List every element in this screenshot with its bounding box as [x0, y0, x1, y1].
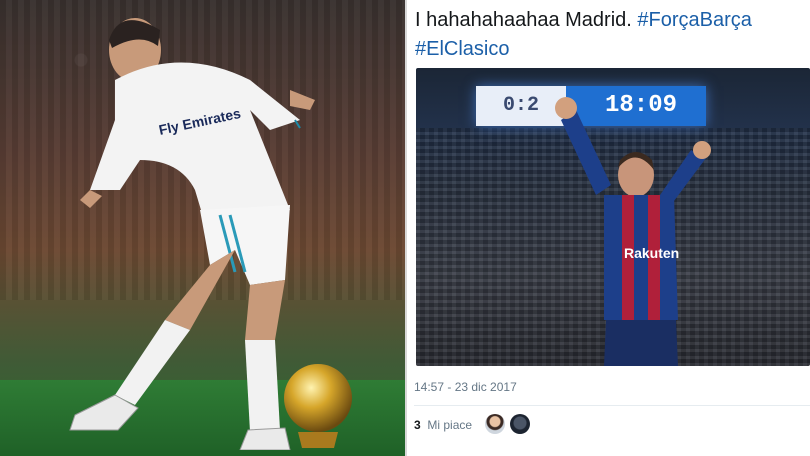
separator [414, 405, 810, 406]
ballon-dor-trophy-icon [284, 364, 352, 448]
hashtag-elclasico[interactable]: #ElClasico [415, 38, 509, 60]
likes-number: 3 [414, 418, 421, 432]
left-photo: Fly Emirates [0, 0, 405, 456]
barca-jersey-sponsor: Rakuten [624, 245, 679, 261]
tweet-photo[interactable]: 0:2 18:09 Rakuten [416, 68, 810, 366]
barca-player: Rakuten [555, 97, 711, 366]
tweet-timestamp[interactable]: 14:57 - 23 dic 2017 [414, 380, 517, 394]
likes-count[interactable]: 3 Mi piace [414, 417, 472, 433]
tweet-text: I hahahahaahaa Madrid. #ForçaBarça #ElCl… [415, 6, 807, 64]
tweet-card: I hahahahaahaa Madrid. #ForçaBarça #ElCl… [407, 0, 810, 456]
liker-avatar-2[interactable] [510, 414, 530, 434]
liker-avatar-1[interactable] [485, 414, 505, 434]
likes-label: Mi piace [427, 418, 473, 432]
tweet-text-body: I hahahahaahaa Madrid. [415, 9, 632, 31]
hashtag-forca-barca[interactable]: #ForçaBarça [637, 9, 752, 31]
